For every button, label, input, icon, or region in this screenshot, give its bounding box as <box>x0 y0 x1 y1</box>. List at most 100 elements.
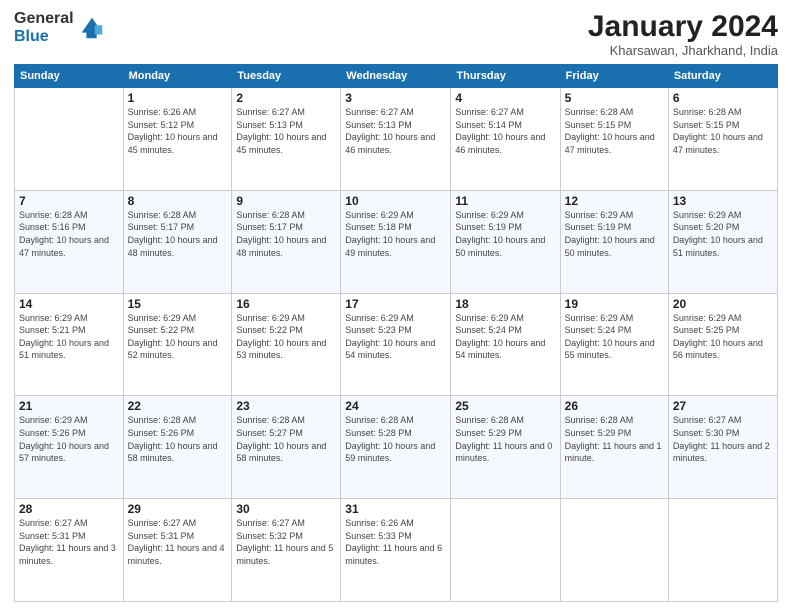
day-number: 25 <box>455 399 555 413</box>
day-number: 16 <box>236 297 336 311</box>
day-number: 14 <box>19 297 119 311</box>
table-row <box>560 499 668 602</box>
day-info: Sunrise: 6:29 AMSunset: 5:22 PMDaylight:… <box>236 312 336 362</box>
table-row: 30Sunrise: 6:27 AMSunset: 5:32 PMDayligh… <box>232 499 341 602</box>
day-number: 28 <box>19 502 119 516</box>
location: Kharsawan, Jharkhand, India <box>588 43 778 58</box>
day-number: 26 <box>565 399 664 413</box>
day-number: 23 <box>236 399 336 413</box>
day-number: 6 <box>673 91 773 105</box>
day-info: Sunrise: 6:27 AMSunset: 5:30 PMDaylight:… <box>673 414 773 464</box>
table-row: 19Sunrise: 6:29 AMSunset: 5:24 PMDayligh… <box>560 293 668 396</box>
day-info: Sunrise: 6:29 AMSunset: 5:19 PMDaylight:… <box>455 209 555 259</box>
day-number: 7 <box>19 194 119 208</box>
col-saturday: Saturday <box>668 65 777 88</box>
week-row-1: 7Sunrise: 6:28 AMSunset: 5:16 PMDaylight… <box>15 190 778 293</box>
logo-text: General Blue <box>14 10 74 45</box>
day-info: Sunrise: 6:28 AMSunset: 5:29 PMDaylight:… <box>565 414 664 464</box>
table-row: 10Sunrise: 6:29 AMSunset: 5:18 PMDayligh… <box>341 190 451 293</box>
day-number: 31 <box>345 502 446 516</box>
day-info: Sunrise: 6:29 AMSunset: 5:21 PMDaylight:… <box>19 312 119 362</box>
table-row: 21Sunrise: 6:29 AMSunset: 5:26 PMDayligh… <box>15 396 124 499</box>
day-info: Sunrise: 6:28 AMSunset: 5:15 PMDaylight:… <box>673 106 773 156</box>
day-number: 18 <box>455 297 555 311</box>
day-number: 5 <box>565 91 664 105</box>
day-info: Sunrise: 6:28 AMSunset: 5:17 PMDaylight:… <box>128 209 228 259</box>
month-title: January 2024 <box>588 10 778 43</box>
day-info: Sunrise: 6:27 AMSunset: 5:13 PMDaylight:… <box>345 106 446 156</box>
day-info: Sunrise: 6:28 AMSunset: 5:28 PMDaylight:… <box>345 414 446 464</box>
logo-blue: Blue <box>14 28 74 46</box>
table-row <box>668 499 777 602</box>
day-number: 2 <box>236 91 336 105</box>
table-row: 23Sunrise: 6:28 AMSunset: 5:27 PMDayligh… <box>232 396 341 499</box>
table-row: 14Sunrise: 6:29 AMSunset: 5:21 PMDayligh… <box>15 293 124 396</box>
table-row: 27Sunrise: 6:27 AMSunset: 5:30 PMDayligh… <box>668 396 777 499</box>
col-friday: Friday <box>560 65 668 88</box>
day-info: Sunrise: 6:29 AMSunset: 5:22 PMDaylight:… <box>128 312 228 362</box>
table-row: 4Sunrise: 6:27 AMSunset: 5:14 PMDaylight… <box>451 88 560 191</box>
day-info: Sunrise: 6:29 AMSunset: 5:20 PMDaylight:… <box>673 209 773 259</box>
day-number: 19 <box>565 297 664 311</box>
day-info: Sunrise: 6:29 AMSunset: 5:26 PMDaylight:… <box>19 414 119 464</box>
day-number: 1 <box>128 91 228 105</box>
table-row <box>451 499 560 602</box>
title-section: January 2024 Kharsawan, Jharkhand, India <box>588 10 778 58</box>
day-number: 9 <box>236 194 336 208</box>
day-number: 12 <box>565 194 664 208</box>
table-row: 29Sunrise: 6:27 AMSunset: 5:31 PMDayligh… <box>123 499 232 602</box>
day-info: Sunrise: 6:27 AMSunset: 5:13 PMDaylight:… <box>236 106 336 156</box>
day-info: Sunrise: 6:26 AMSunset: 5:12 PMDaylight:… <box>128 106 228 156</box>
table-row: 26Sunrise: 6:28 AMSunset: 5:29 PMDayligh… <box>560 396 668 499</box>
day-number: 20 <box>673 297 773 311</box>
table-row: 11Sunrise: 6:29 AMSunset: 5:19 PMDayligh… <box>451 190 560 293</box>
day-number: 15 <box>128 297 228 311</box>
day-info: Sunrise: 6:26 AMSunset: 5:33 PMDaylight:… <box>345 517 446 567</box>
day-info: Sunrise: 6:29 AMSunset: 5:24 PMDaylight:… <box>455 312 555 362</box>
table-row: 28Sunrise: 6:27 AMSunset: 5:31 PMDayligh… <box>15 499 124 602</box>
day-info: Sunrise: 6:29 AMSunset: 5:24 PMDaylight:… <box>565 312 664 362</box>
day-info: Sunrise: 6:29 AMSunset: 5:23 PMDaylight:… <box>345 312 446 362</box>
day-info: Sunrise: 6:29 AMSunset: 5:25 PMDaylight:… <box>673 312 773 362</box>
day-number: 21 <box>19 399 119 413</box>
col-sunday: Sunday <box>15 65 124 88</box>
day-info: Sunrise: 6:29 AMSunset: 5:19 PMDaylight:… <box>565 209 664 259</box>
logo-icon <box>78 14 106 42</box>
day-number: 29 <box>128 502 228 516</box>
table-row: 16Sunrise: 6:29 AMSunset: 5:22 PMDayligh… <box>232 293 341 396</box>
day-number: 11 <box>455 194 555 208</box>
day-number: 17 <box>345 297 446 311</box>
table-row: 1Sunrise: 6:26 AMSunset: 5:12 PMDaylight… <box>123 88 232 191</box>
header: General Blue January 2024 Kharsawan, Jha… <box>14 10 778 58</box>
table-row: 3Sunrise: 6:27 AMSunset: 5:13 PMDaylight… <box>341 88 451 191</box>
day-info: Sunrise: 6:28 AMSunset: 5:16 PMDaylight:… <box>19 209 119 259</box>
day-number: 3 <box>345 91 446 105</box>
table-row: 18Sunrise: 6:29 AMSunset: 5:24 PMDayligh… <box>451 293 560 396</box>
table-row: 9Sunrise: 6:28 AMSunset: 5:17 PMDaylight… <box>232 190 341 293</box>
col-thursday: Thursday <box>451 65 560 88</box>
day-info: Sunrise: 6:29 AMSunset: 5:18 PMDaylight:… <box>345 209 446 259</box>
day-info: Sunrise: 6:28 AMSunset: 5:17 PMDaylight:… <box>236 209 336 259</box>
calendar-table: Sunday Monday Tuesday Wednesday Thursday… <box>14 64 778 602</box>
logo-general: General <box>14 10 74 28</box>
table-row: 22Sunrise: 6:28 AMSunset: 5:26 PMDayligh… <box>123 396 232 499</box>
day-info: Sunrise: 6:27 AMSunset: 5:32 PMDaylight:… <box>236 517 336 567</box>
table-row: 5Sunrise: 6:28 AMSunset: 5:15 PMDaylight… <box>560 88 668 191</box>
table-row: 31Sunrise: 6:26 AMSunset: 5:33 PMDayligh… <box>341 499 451 602</box>
day-info: Sunrise: 6:28 AMSunset: 5:29 PMDaylight:… <box>455 414 555 464</box>
table-row: 8Sunrise: 6:28 AMSunset: 5:17 PMDaylight… <box>123 190 232 293</box>
day-number: 22 <box>128 399 228 413</box>
table-row: 7Sunrise: 6:28 AMSunset: 5:16 PMDaylight… <box>15 190 124 293</box>
day-info: Sunrise: 6:27 AMSunset: 5:31 PMDaylight:… <box>19 517 119 567</box>
day-number: 24 <box>345 399 446 413</box>
week-row-2: 14Sunrise: 6:29 AMSunset: 5:21 PMDayligh… <box>15 293 778 396</box>
col-wednesday: Wednesday <box>341 65 451 88</box>
day-info: Sunrise: 6:27 AMSunset: 5:14 PMDaylight:… <box>455 106 555 156</box>
col-tuesday: Tuesday <box>232 65 341 88</box>
table-row: 12Sunrise: 6:29 AMSunset: 5:19 PMDayligh… <box>560 190 668 293</box>
day-info: Sunrise: 6:28 AMSunset: 5:15 PMDaylight:… <box>565 106 664 156</box>
header-row: Sunday Monday Tuesday Wednesday Thursday… <box>15 65 778 88</box>
table-row: 24Sunrise: 6:28 AMSunset: 5:28 PMDayligh… <box>341 396 451 499</box>
day-number: 4 <box>455 91 555 105</box>
table-row: 17Sunrise: 6:29 AMSunset: 5:23 PMDayligh… <box>341 293 451 396</box>
